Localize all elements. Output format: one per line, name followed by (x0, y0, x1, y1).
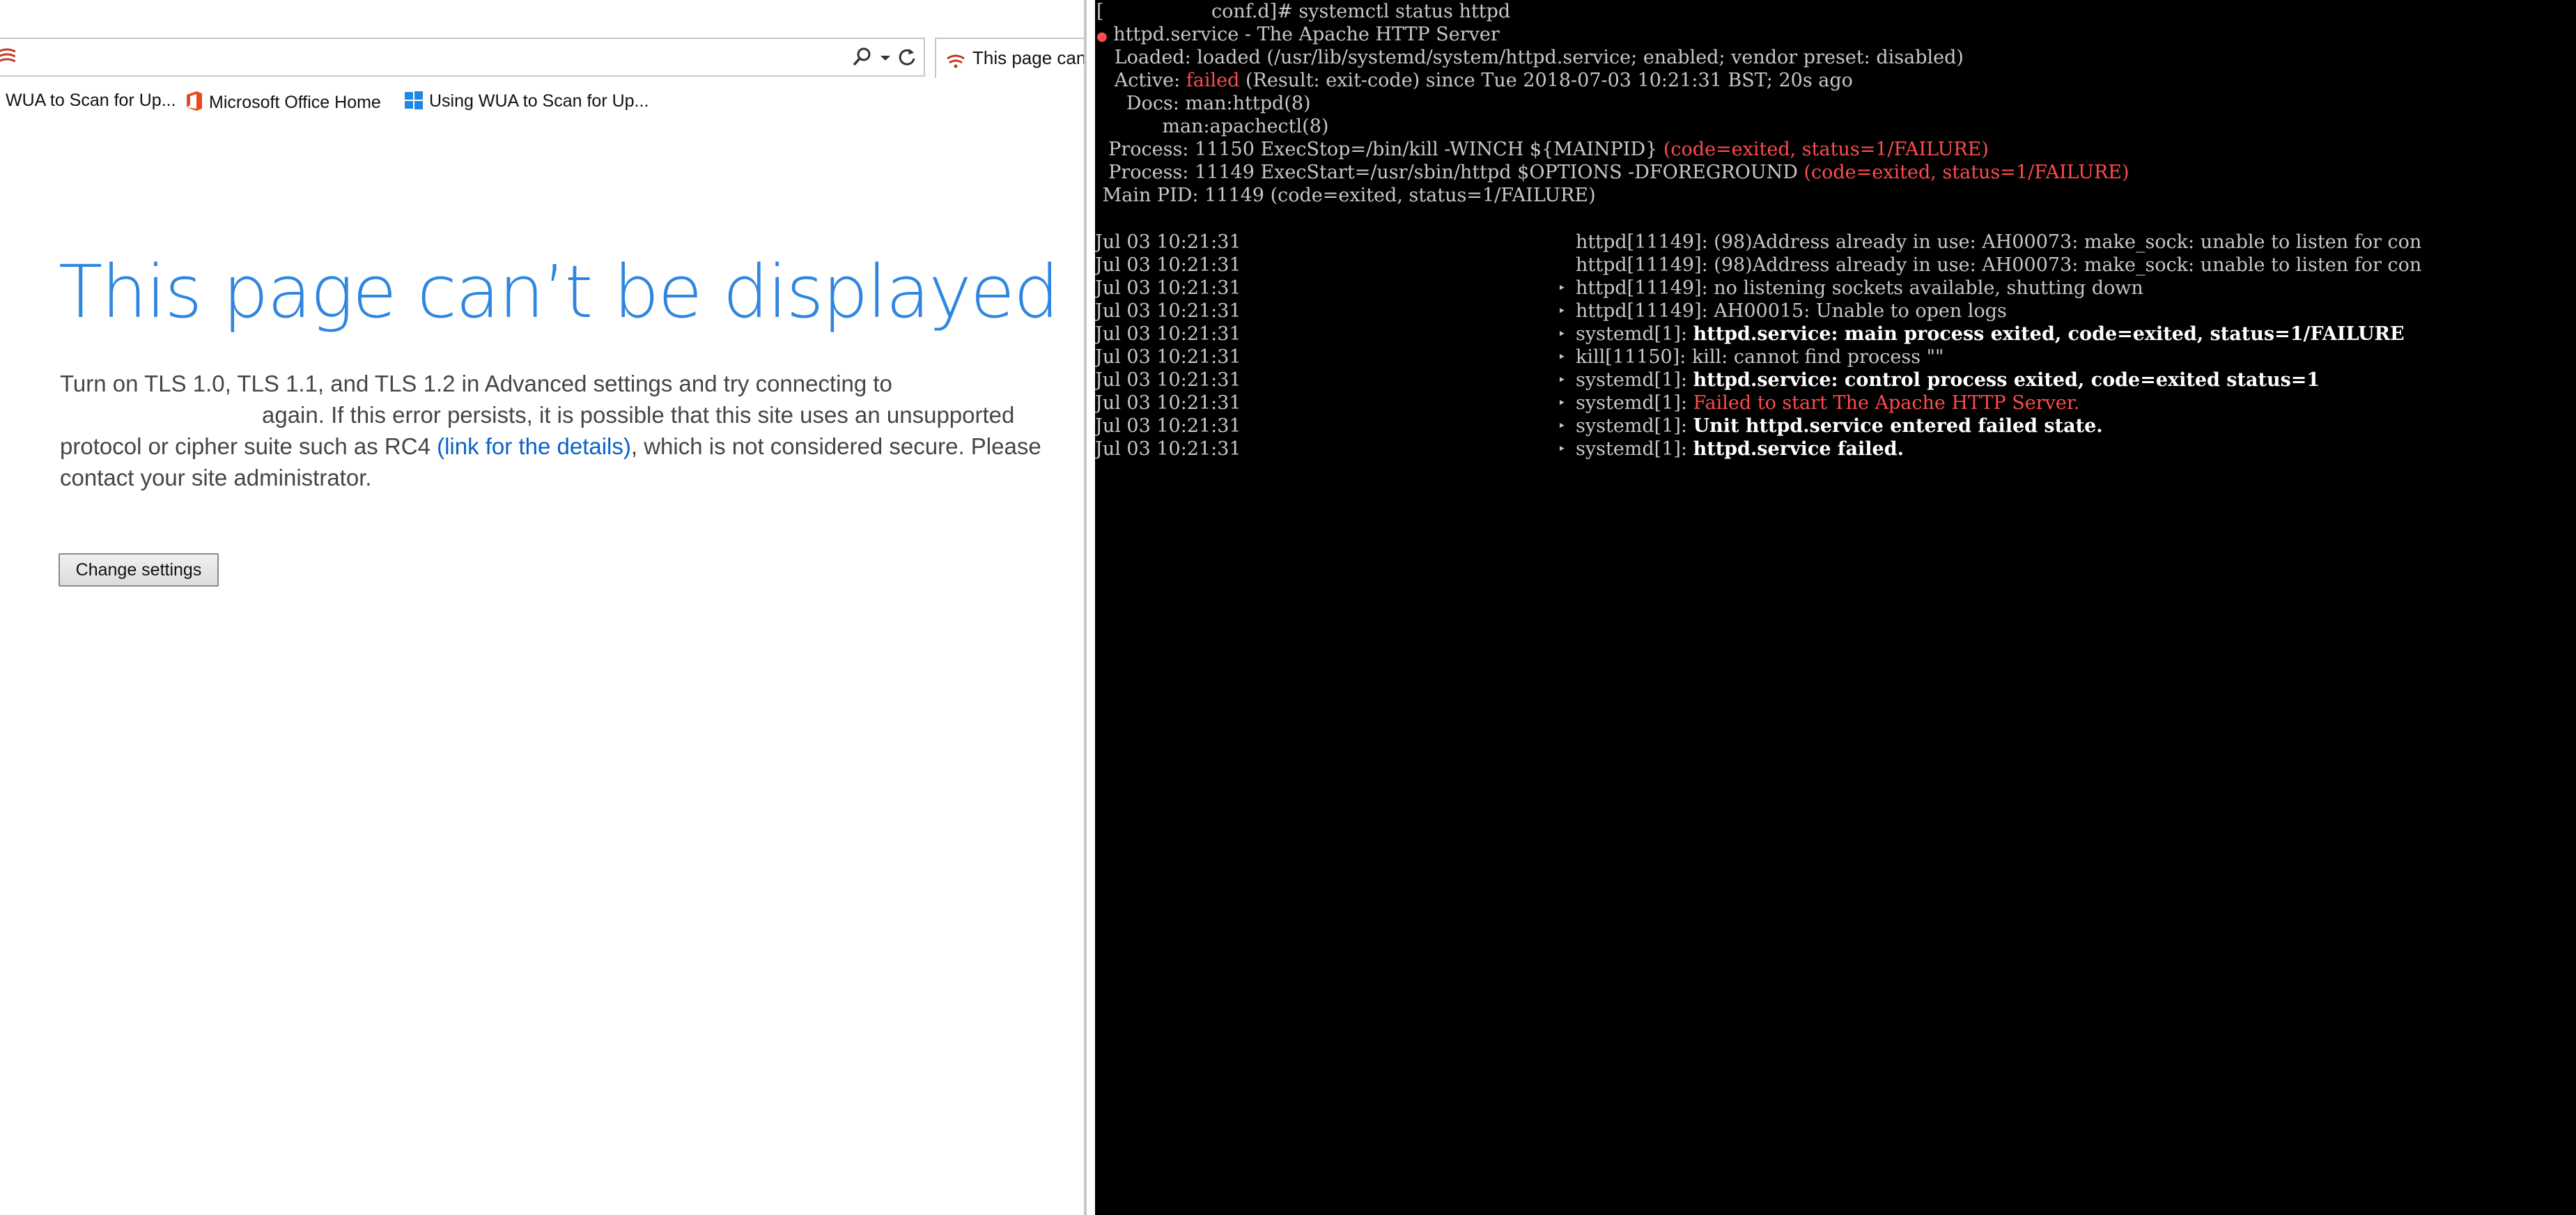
log-message-line: systemd[1]: httpd.service: control proce… (1576, 369, 2320, 392)
log-message-line: systemd[1]: httpd.service: main process … (1576, 323, 2405, 346)
log-timestamp: Jul 03 10:21:31 (1095, 438, 1241, 460)
log-message-line: kill[11150]: kill: cannot find process "… (1576, 346, 1943, 369)
log-message: kill: cannot find process "" (1691, 346, 1944, 368)
favorite-label: WUA to Scan for Up... (6, 91, 176, 110)
log-message-line: httpd[11149]: no listening sockets avail… (1576, 277, 2143, 300)
error-line: contact your site administrator. (60, 465, 372, 490)
log-message-line: systemd[1]: httpd.service failed. (1576, 438, 1904, 461)
log-source: systemd[1]: (1576, 392, 1693, 414)
log-message-line: httpd[11149]: (98)Address already in use… (1576, 231, 2421, 254)
main-pid-line: Main PID: 11149 (code=exited, status=1/F… (1096, 185, 1596, 206)
log-source: systemd[1]: (1576, 323, 1693, 345)
log-timestamp: Jul 03 10:21:31 (1095, 392, 1241, 414)
docs-line: man:apachectl(8) (1096, 116, 1329, 137)
log-source: httpd[11149]: (1576, 277, 1714, 299)
docs-line: Docs: man:httpd(8) (1096, 93, 1311, 114)
process-status: (code=exited, status=1/FAILURE) (1663, 139, 1989, 160)
error-line: protocol or cipher suite such as RC4 (li… (60, 431, 1049, 462)
log-message: Unit httpd.service entered failed state. (1693, 415, 2103, 437)
active-detail: (Result: exit-code) since Tue 2018-07-03… (1239, 70, 1853, 91)
status-dot-icon: ● (1096, 29, 1108, 44)
shell-prompt: [ conf.d]# systemctl status httpd (1096, 1, 1511, 22)
tab-title: This page can't (972, 47, 1084, 68)
process-line: Process: 11150 ExecStop=/bin/kill -WINCH… (1096, 138, 1989, 161)
error-line: again. If this error persists, it is pos… (262, 402, 1015, 428)
active-state: failed (1186, 70, 1240, 91)
log-message: (98)Address already in use: AH00073: mak… (1714, 231, 2422, 253)
process-line: Process: 11149 ExecStart=/usr/sbin/httpd… (1096, 161, 2129, 184)
log-timestamp: Jul 03 10:21:31 (1095, 300, 1241, 322)
chevron-down-icon[interactable] (878, 47, 893, 67)
log-timestamp: Jul 03 10:21:31 (1095, 346, 1241, 368)
process-status: (code=exited, status=1/FAILURE) (1803, 162, 2129, 183)
log-message: AH00015: Unable to open logs (1714, 300, 2007, 322)
site-favicon-icon (0, 48, 15, 63)
log-timestamp: Jul 03 10:21:31 (1095, 415, 1241, 437)
loaded-line: Loaded: loaded (/usr/lib/systemd/system/… (1096, 47, 1964, 68)
pane-divider[interactable] (1084, 0, 1095, 1215)
favorite-link-office-home[interactable]: Microsoft Office Home (185, 91, 381, 113)
log-source: httpd[11149]: (1576, 300, 1714, 322)
log-source: systemd[1]: (1576, 415, 1693, 437)
log-marker: ‣ (1558, 371, 1566, 388)
favorites-bar: WUA to Scan for Up... Microsoft Office H… (0, 84, 1084, 120)
process-text: Process: 11150 ExecStop=/bin/kill -WINCH… (1096, 139, 1663, 160)
log-message: no listening sockets available, shutting… (1714, 277, 2143, 299)
refresh-icon[interactable] (896, 46, 918, 68)
log-marker: ‣ (1558, 417, 1566, 434)
log-timestamp: Jul 03 10:21:31 (1095, 323, 1241, 345)
service-title: httpd.service - The Apache HTTP Server (1107, 24, 1500, 45)
terminal-window[interactable]: [ conf.d]# systemctl status httpd ● http… (1095, 0, 2576, 1215)
log-message: httpd.service: main process exited, code… (1693, 323, 2405, 345)
error-message: Turn on TLS 1.0, TLS 1.1, and TLS 1.2 in… (60, 368, 1049, 493)
active-label: Active: (1096, 70, 1186, 91)
service-header: ● httpd.service - The Apache HTTP Server (1096, 23, 1500, 48)
log-source: systemd[1]: (1576, 369, 1693, 391)
log-timestamp: Jul 03 10:21:31 (1095, 254, 1241, 276)
log-marker: ‣ (1558, 348, 1566, 365)
active-line: Active: failed (Result: exit-code) since… (1096, 69, 1853, 92)
log-message: (98)Address already in use: AH00073: mak… (1714, 254, 2422, 276)
log-message-line: systemd[1]: Unit httpd.service entered f… (1576, 415, 2103, 438)
log-message-line: httpd[11149]: AH00015: Unable to open lo… (1576, 300, 2007, 323)
log-timestamp: Jul 03 10:21:31 (1095, 231, 1241, 253)
log-source: httpd[11149]: (1576, 254, 1714, 276)
log-message: Failed to start The Apache HTTP Server. (1693, 392, 2080, 414)
log-marker: ‣ (1558, 279, 1566, 296)
office-icon (187, 91, 202, 111)
log-message: httpd.service: control process exited, c… (1693, 369, 2320, 391)
tab-current-page[interactable]: This page can't (935, 38, 1084, 78)
favorite-label: Microsoft Office Home (209, 93, 381, 112)
log-marker: ‣ (1558, 440, 1566, 457)
favorite-link-wua-2[interactable]: Using WUA to Scan for Up... (404, 91, 649, 111)
error-text: , which is not considered secure. Please (630, 433, 1041, 459)
address-bar[interactable] (0, 38, 925, 77)
search-icon[interactable] (851, 46, 874, 68)
process-text: Process: 11149 ExecStart=/usr/sbin/httpd… (1096, 162, 1804, 183)
log-marker: ‣ (1558, 325, 1566, 342)
log-marker: ‣ (1558, 394, 1566, 411)
windows-icon (405, 91, 423, 109)
error-text: protocol or cipher suite such as RC4 (60, 433, 437, 459)
log-source: kill[11150]: (1576, 346, 1692, 368)
log-timestamp: Jul 03 10:21:31 (1095, 369, 1241, 391)
log-source: httpd[11149]: (1576, 231, 1714, 253)
error-line: Turn on TLS 1.0, TLS 1.1, and TLS 1.2 in… (60, 371, 892, 396)
log-message: httpd.service failed. (1693, 438, 1904, 460)
favorite-link-wua-1[interactable]: WUA to Scan for Up... (6, 91, 176, 111)
details-link[interactable]: (link for the details) (437, 433, 631, 459)
browser-window: This page can't WUA to Scan for Up... Mi… (0, 0, 1084, 1215)
change-settings-button[interactable]: Change settings (59, 553, 219, 587)
page-title: This page can’t be displayed (59, 249, 1060, 334)
log-message-line: systemd[1]: Failed to start The Apache H… (1576, 392, 2079, 415)
log-marker: ‣ (1558, 302, 1566, 319)
log-timestamp: Jul 03 10:21:31 (1095, 277, 1241, 299)
log-source: systemd[1]: (1576, 438, 1693, 460)
tab-favicon-icon (947, 54, 965, 68)
favorite-label: Using WUA to Scan for Up... (429, 91, 649, 111)
log-message-line: httpd[11149]: (98)Address already in use… (1576, 254, 2421, 277)
